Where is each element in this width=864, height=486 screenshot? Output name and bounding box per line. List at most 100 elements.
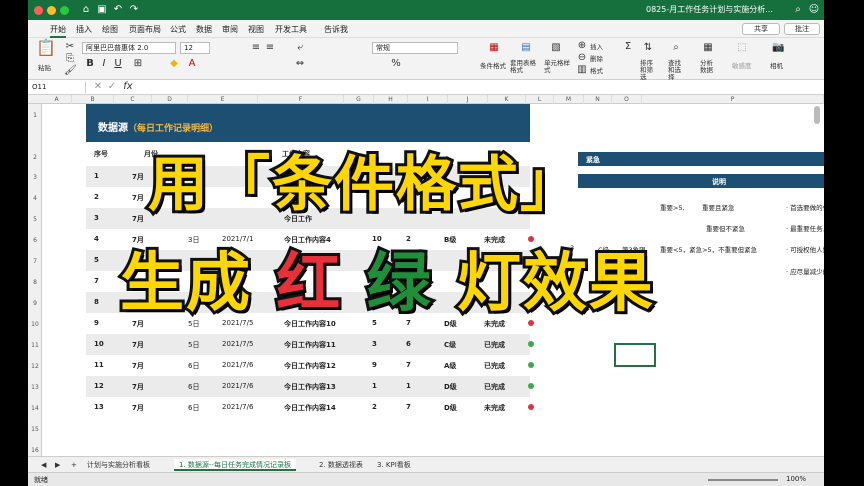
cell-g[interactable]: 3 (372, 340, 377, 348)
formula-input[interactable] (140, 82, 820, 93)
row-header[interactable]: 5 (28, 216, 42, 223)
cell-month[interactable]: 7月 (132, 214, 144, 224)
row-header[interactable]: 2 (28, 154, 42, 161)
function-icon[interactable]: fx (122, 81, 134, 93)
percent-icon[interactable]: % (390, 58, 402, 70)
column-header[interactable]: G (344, 95, 374, 104)
column-header[interactable]: N (584, 95, 612, 104)
tab-insert[interactable]: 插入 (76, 24, 92, 35)
cell-status[interactable]: 已完成 (484, 382, 505, 392)
sheet-tab-data-source[interactable]: 1. 数据源--每日任务完成情况记录板 (174, 459, 296, 471)
table-format-label[interactable]: 套用表格格式 (510, 60, 542, 74)
cell-content[interactable]: 今日工作内容11 (284, 340, 336, 350)
cell-h[interactable]: 1 (406, 382, 411, 390)
format-cells-label[interactable]: 格式 (590, 65, 603, 75)
row-header[interactable]: 15 (28, 426, 42, 433)
cell-month[interactable]: 7月 (132, 340, 144, 350)
delete-cells-icon[interactable]: ⊖ (576, 52, 588, 64)
cell-style-icon[interactable]: ▧ (550, 42, 562, 54)
cell-seq[interactable]: 10 (94, 340, 104, 348)
column-header[interactable]: D (152, 95, 188, 104)
tab-home[interactable]: 开始 (50, 24, 66, 38)
format-cells-icon[interactable]: ▥ (576, 64, 588, 76)
row-header[interactable]: 8 (28, 279, 42, 286)
cell-status[interactable]: 已完成 (484, 361, 505, 371)
name-box[interactable]: O11 (30, 82, 86, 93)
cell-content[interactable]: 今日工作内容13 (284, 382, 336, 392)
tab-data[interactable]: 数据 (196, 24, 212, 35)
cell-date[interactable]: 2021/7/5 (222, 340, 253, 348)
column-header[interactable]: F (258, 95, 344, 104)
find-select-icon[interactable]: ⌕ (670, 42, 682, 54)
cell-day[interactable]: 5日 (188, 340, 199, 350)
cell-day[interactable]: 6日 (188, 403, 199, 413)
wrap-text-icon[interactable]: ⤶ (294, 42, 306, 54)
align-left-icon[interactable]: ≡ (250, 42, 262, 54)
sort-filter-icon[interactable]: ⇅ (642, 42, 654, 54)
copy-icon[interactable]: ⎘ (64, 53, 76, 65)
column-header[interactable]: J (448, 95, 488, 104)
cell-style-label[interactable]: 单元格样式 (544, 60, 570, 74)
underline-icon[interactable]: U (112, 58, 124, 70)
cell-day[interactable]: 6日 (188, 361, 199, 371)
zoom-level[interactable]: 100% (786, 475, 806, 483)
cell-seq[interactable]: 1 (94, 172, 99, 180)
maximize-window-button[interactable] (60, 6, 69, 15)
cell-month[interactable]: 7月 (132, 382, 144, 392)
zoom-slider[interactable] (708, 479, 778, 481)
font-color-icon[interactable]: A (186, 58, 198, 70)
column-header[interactable]: I (408, 95, 448, 104)
cell-g[interactable]: 1 (372, 382, 377, 390)
comment-button[interactable]: 批注 (784, 23, 820, 35)
cell-seq[interactable]: 7 (94, 277, 99, 285)
row-header[interactable]: 1 (28, 112, 42, 119)
cell-seq[interactable]: 3 (94, 214, 99, 222)
camera-icon[interactable]: 📷 (772, 42, 784, 54)
column-header[interactable]: P (642, 95, 824, 104)
cell-content[interactable]: 今日工作内容14 (284, 403, 336, 413)
cell-g[interactable]: 9 (372, 361, 377, 369)
sheet-tab-pivot[interactable]: 2. 数据透视表 (314, 459, 368, 471)
row-header[interactable]: 12 (28, 363, 42, 370)
cell-month[interactable]: 7月 (132, 193, 144, 203)
format-painter-icon[interactable]: 🖌 (64, 65, 77, 77)
row-header[interactable]: 16 (28, 447, 42, 454)
tab-formulas[interactable]: 公式 (170, 24, 186, 35)
home-icon[interactable]: ⌂ (80, 4, 92, 16)
cell-date[interactable]: 2021/7/6 (222, 361, 253, 369)
tab-page-layout[interactable]: 页面布局 (129, 24, 161, 35)
share-button[interactable]: 共享 (742, 23, 780, 35)
cell-h[interactable]: 6 (406, 340, 411, 348)
tab-view[interactable]: 视图 (248, 24, 264, 35)
font-size-select[interactable]: 12 (180, 42, 210, 54)
table-format-icon[interactable]: ▤ (520, 42, 532, 54)
cell-seq[interactable]: 9 (94, 319, 99, 327)
add-sheet-icon[interactable]: + (66, 459, 82, 471)
conditional-format-label[interactable]: 条件格式 (480, 60, 506, 70)
row-header[interactable]: 9 (28, 300, 42, 307)
number-format-select[interactable]: 常规 (372, 42, 458, 54)
cell-seq[interactable]: 13 (94, 403, 104, 411)
row-header[interactable]: 4 (28, 195, 42, 202)
sheet-tab-kpi[interactable]: 3. KPI看板 (372, 459, 416, 471)
row-header[interactable]: 13 (28, 384, 42, 391)
column-header[interactable]: O (612, 95, 642, 104)
cell-seq[interactable]: 2 (94, 193, 99, 201)
insert-cells-label[interactable]: 插入 (590, 41, 603, 51)
delete-cells-label[interactable]: 删除 (590, 53, 603, 63)
paste-icon[interactable]: 📋 (36, 40, 56, 56)
sum-icon[interactable]: Σ (622, 41, 634, 53)
cell-level[interactable]: C级 (444, 340, 456, 350)
merge-icon[interactable]: ⇔ (294, 58, 306, 70)
row-header[interactable]: 14 (28, 405, 42, 412)
cut-icon[interactable]: ✂ (64, 41, 76, 53)
column-header[interactable]: L (526, 95, 554, 104)
border-icon[interactable]: ⊞ (132, 58, 144, 70)
row-header[interactable]: 10 (28, 321, 42, 328)
sort-filter-label[interactable]: 排序和筛选 (640, 60, 658, 81)
cell-seq[interactable]: 4 (94, 235, 99, 243)
analyze-data-icon[interactable]: ▦ (702, 42, 714, 54)
redo-icon[interactable]: ↷ (128, 4, 140, 16)
cell-level[interactable]: D级 (444, 403, 457, 413)
conditional-format-icon[interactable]: ▦ (488, 42, 500, 54)
